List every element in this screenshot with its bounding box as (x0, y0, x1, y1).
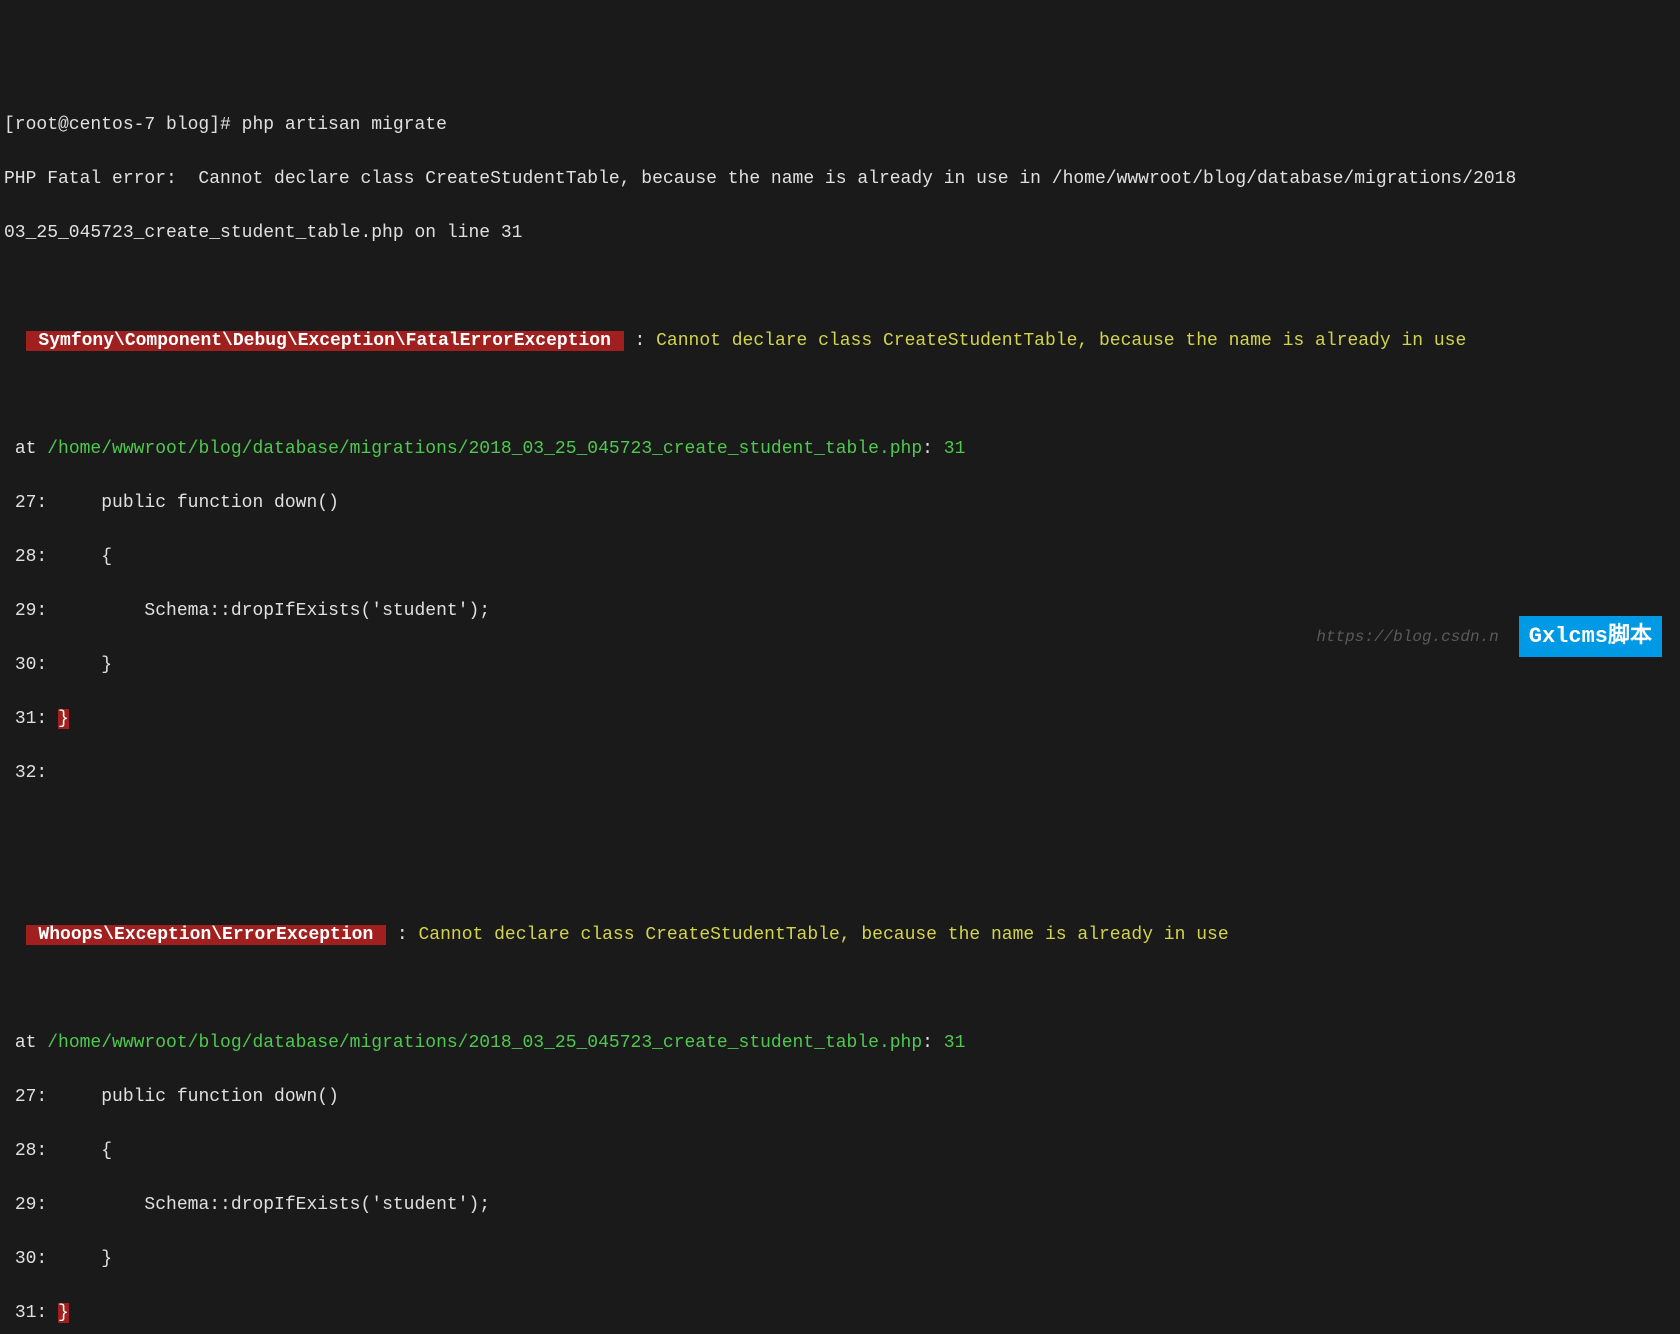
colon: : (922, 1033, 944, 1053)
exception-2-badge: Whoops\Exception\ErrorException (26, 925, 386, 945)
exception-1-location: at /home/wwwroot/blog/database/migration… (0, 436, 1680, 463)
colon: : (624, 331, 656, 351)
file-path: /home/wwwroot/blog/database/migrations/2… (47, 1033, 922, 1053)
code-line-31: 31: } (0, 706, 1680, 733)
colon: : (386, 925, 418, 945)
file-path: /home/wwwroot/blog/database/migrations/2… (47, 439, 922, 459)
shell-prompt: [root@centos-7 blog]# php artisan migrat… (0, 112, 1680, 139)
blank-line (0, 274, 1680, 301)
highlighted-brace: } (58, 1303, 69, 1323)
blank-line (0, 868, 1680, 895)
code-line-28: 28: { (0, 544, 1680, 571)
code-line-28: 28: { (0, 1138, 1680, 1165)
line-number: 31 (944, 1033, 966, 1053)
exception-2-message: Cannot declare class CreateStudentTable,… (418, 925, 1228, 945)
code-line-27: 27: public function down() (0, 490, 1680, 517)
watermark-url: https://blog.csdn.n (1316, 625, 1498, 649)
code-line-29: 29: Schema::dropIfExists('student'); (0, 1192, 1680, 1219)
exception-1-message: Cannot declare class CreateStudentTable,… (656, 331, 1466, 351)
colon: : (922, 439, 944, 459)
code-line-32: 32: (0, 760, 1680, 787)
code-line-30: 30: } (0, 1246, 1680, 1273)
fatal-error-line-2: 03_25_045723_create_student_table.php on… (0, 220, 1680, 247)
exception-2-header: Whoops\Exception\ErrorException : Cannot… (0, 922, 1680, 949)
highlighted-brace: } (58, 709, 69, 729)
exception-2-location: at /home/wwwroot/blog/database/migration… (0, 1030, 1680, 1057)
blank-line (0, 382, 1680, 409)
fatal-error-line-1: PHP Fatal error: Cannot declare class Cr… (0, 166, 1680, 193)
line-number: 31 (944, 439, 966, 459)
at-label: at (15, 1033, 47, 1053)
code-line-31: 31: } (0, 1300, 1680, 1327)
watermark: https://blog.csdn.n Gxlcms脚本 (1316, 616, 1662, 657)
watermark-badge: Gxlcms脚本 (1519, 616, 1662, 657)
exception-1-header: Symfony\Component\Debug\Exception\FatalE… (0, 328, 1680, 355)
code-line-27: 27: public function down() (0, 1084, 1680, 1111)
blank-line (0, 976, 1680, 1003)
exception-1-badge: Symfony\Component\Debug\Exception\FatalE… (26, 331, 624, 351)
at-label: at (15, 439, 47, 459)
blank-line (0, 814, 1680, 841)
